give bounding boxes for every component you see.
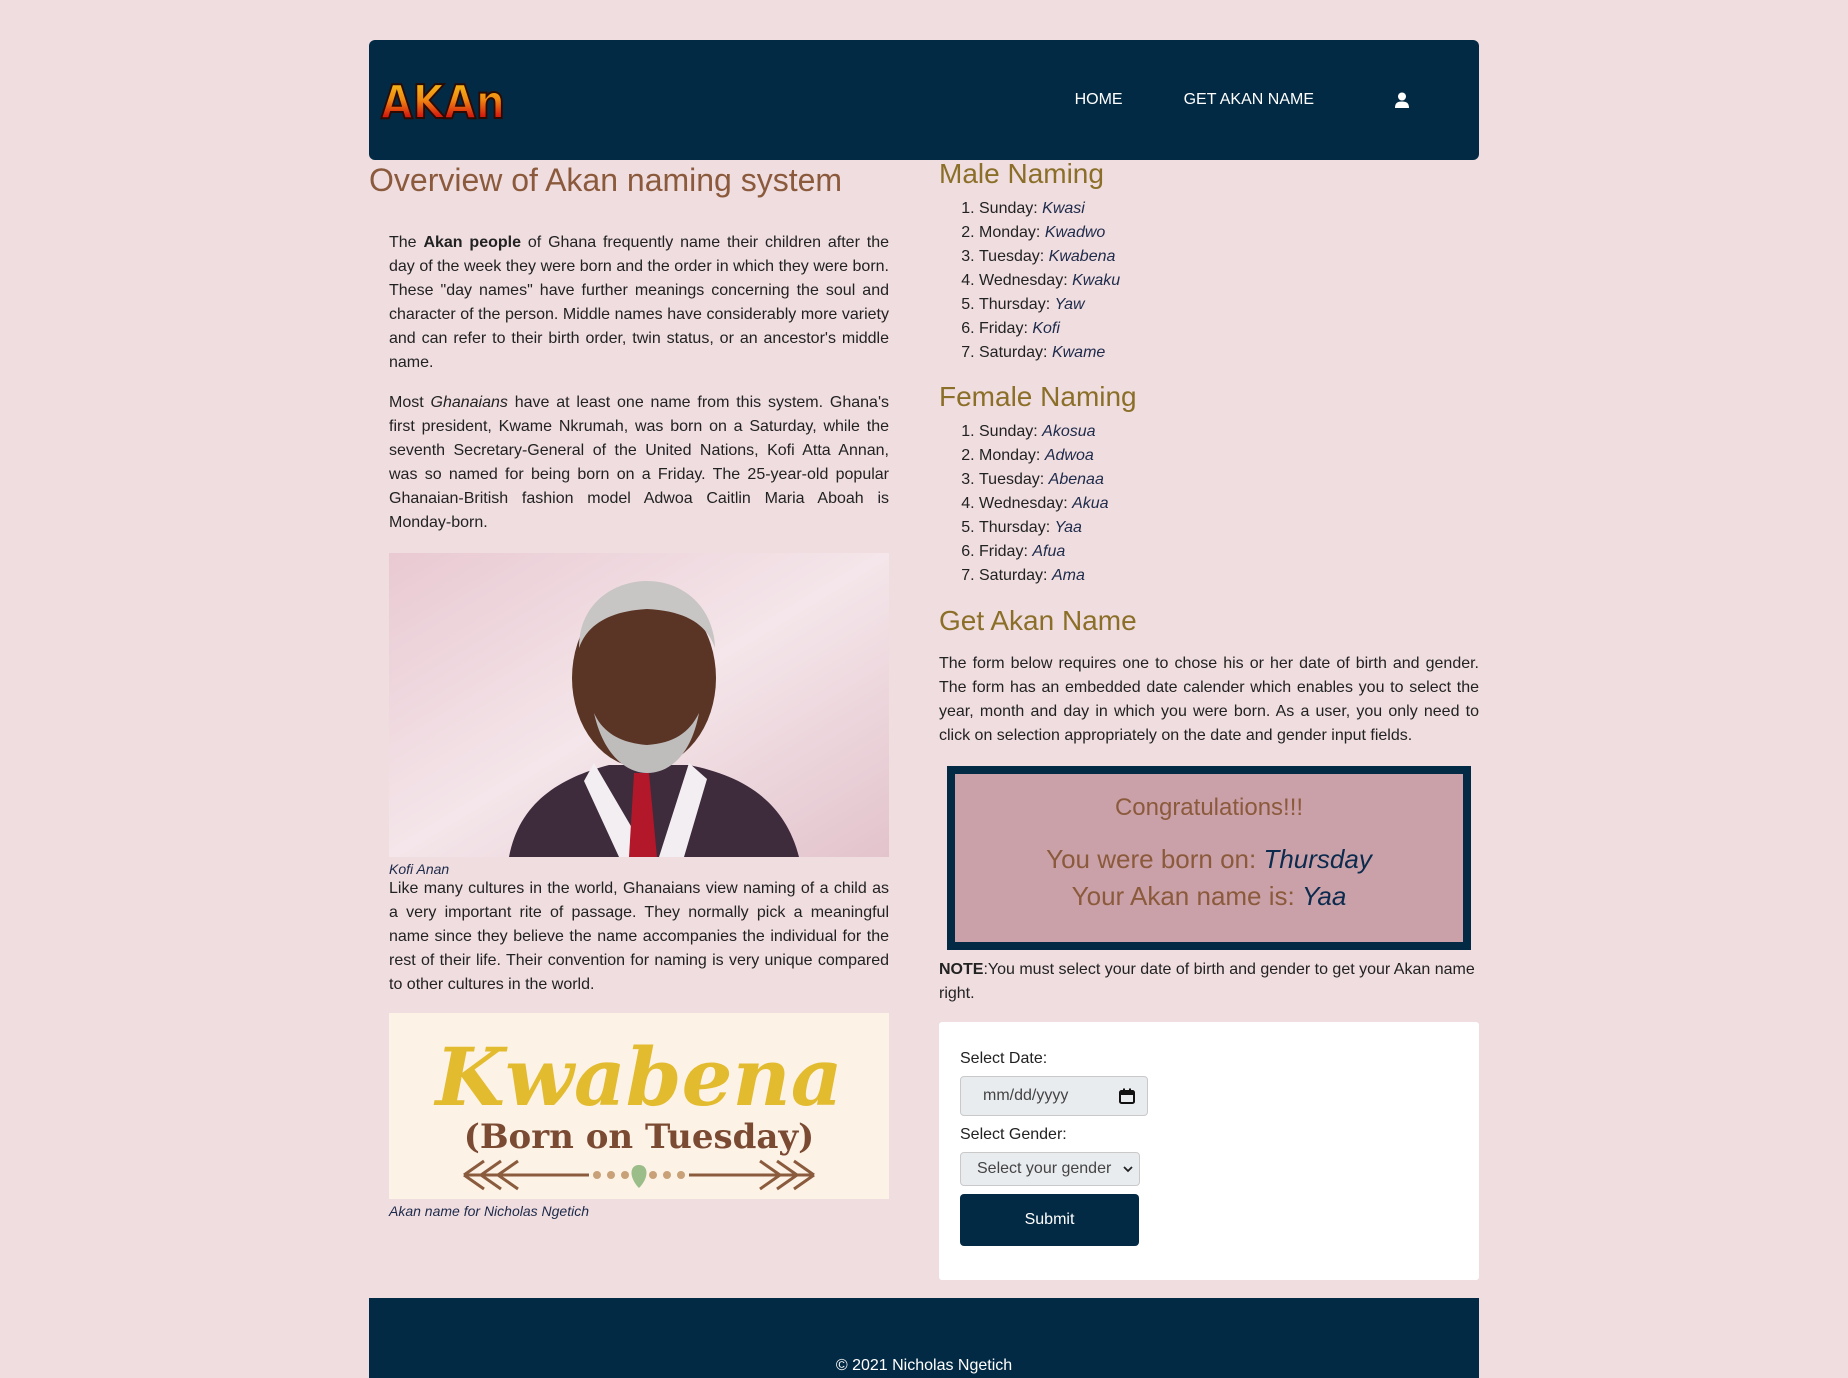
footer-copyright: © 2021 Nicholas Ngetich bbox=[835, 1357, 1013, 1374]
submit-button[interactable]: Submit bbox=[960, 1194, 1139, 1246]
navbar: AKAn HOME GET AKAN NAME bbox=[369, 40, 1479, 160]
note-text: NOTE:You must select your date of birth … bbox=[939, 961, 1475, 1002]
overview-paragraph-3: Like many cultures in the world, Ghanaia… bbox=[389, 880, 889, 993]
akan-name-value: Yaa bbox=[1301, 881, 1347, 911]
overview-paragraph-2: Most Ghanaians have at least one name fr… bbox=[389, 394, 889, 531]
list-item: Friday: Afua bbox=[979, 540, 1479, 564]
photo-caption: Kofi Anan bbox=[389, 861, 450, 877]
nav-home[interactable]: HOME bbox=[1075, 91, 1123, 109]
date-input[interactable]: mm/dd/yyyy bbox=[960, 1076, 1148, 1116]
list-item: Monday: Kwadwo bbox=[979, 221, 1479, 245]
nav-menu: HOME GET AKAN NAME bbox=[1014, 91, 1409, 109]
svg-text:(Born on Tuesday): (Born on Tuesday) bbox=[464, 1117, 815, 1157]
date-label: Select Date: bbox=[960, 1050, 1048, 1067]
result-box: Congratulations!!! You were born on: Thu… bbox=[947, 766, 1471, 950]
born-day-value: Thursday bbox=[1263, 844, 1372, 874]
form-description: The form below requires one to chose his… bbox=[939, 655, 1479, 744]
chevron-down-icon bbox=[1123, 1166, 1133, 1173]
list-item: Friday: Kofi bbox=[979, 317, 1479, 341]
svg-text:AKAn: AKAn bbox=[381, 75, 505, 126]
banner-caption: Akan name for Nicholas Ngetich bbox=[389, 1203, 589, 1219]
female-naming-title: Female Naming bbox=[939, 381, 1137, 412]
overview-section: Overview of Akan naming system The Akan … bbox=[369, 160, 939, 1280]
akan-name-text: Your Akan name is: Yaa bbox=[1071, 881, 1347, 911]
naming-section: Male Naming Sunday: Kwasi Monday: Kwadwo… bbox=[939, 158, 1479, 1280]
akan-form: Select Date: mm/dd/yyyy Select Gender: S… bbox=[939, 1022, 1479, 1280]
list-item: Sunday: Akosua bbox=[979, 420, 1479, 444]
footer: © 2021 Nicholas Ngetich bbox=[369, 1298, 1479, 1378]
date-placeholder: mm/dd/yyyy bbox=[983, 1087, 1069, 1104]
list-item: Thursday: Yaw bbox=[979, 293, 1479, 317]
akan-logo[interactable]: AKAn bbox=[379, 74, 509, 126]
get-akan-name-title: Get Akan Name bbox=[939, 605, 1137, 636]
list-item: Saturday: Ama bbox=[979, 564, 1479, 588]
calendar-icon[interactable] bbox=[1119, 1088, 1135, 1104]
congrats-text: Congratulations!!! bbox=[1114, 794, 1304, 821]
overview-paragraph-1: The Akan people of Ghana frequently name… bbox=[389, 234, 889, 371]
user-icon[interactable] bbox=[1395, 92, 1409, 108]
list-item: Saturday: Kwame bbox=[979, 341, 1479, 365]
list-item: Wednesday: Akua bbox=[979, 492, 1479, 516]
nav-get-akan-name[interactable]: GET AKAN NAME bbox=[1184, 91, 1314, 109]
list-item: Sunday: Kwasi bbox=[979, 197, 1479, 221]
list-item: Wednesday: Kwaku bbox=[979, 269, 1479, 293]
page-container: AKAn HOME GET AKAN NAME Overview of Akan… bbox=[369, 40, 1479, 1280]
list-item: Tuesday: Kwabena bbox=[979, 245, 1479, 269]
female-name-list: Sunday: Akosua Monday: Adwoa Tuesday: Ab… bbox=[939, 420, 1479, 588]
male-naming-title: Male Naming bbox=[939, 158, 1104, 189]
kwabena-banner: Kwabena (Born on Tuesday) bbox=[389, 1013, 889, 1199]
gender-selected-value: Select your gender bbox=[977, 1160, 1112, 1177]
gender-select[interactable]: Select your gender bbox=[960, 1152, 1140, 1186]
born-day-text: You were born on: Thursday bbox=[1046, 844, 1372, 874]
male-name-list: Sunday: Kwasi Monday: Kwadwo Tuesday: Kw… bbox=[939, 197, 1479, 365]
gender-label: Select Gender: bbox=[960, 1126, 1067, 1143]
list-item: Monday: Adwoa bbox=[979, 444, 1479, 468]
svg-text:Kwabena: Kwabena bbox=[433, 1030, 842, 1124]
list-item: Thursday: Yaa bbox=[979, 516, 1479, 540]
overview-title: Overview of Akan naming system bbox=[369, 162, 843, 198]
list-item: Tuesday: Abenaa bbox=[979, 468, 1479, 492]
kofi-annan-photo bbox=[389, 553, 889, 857]
